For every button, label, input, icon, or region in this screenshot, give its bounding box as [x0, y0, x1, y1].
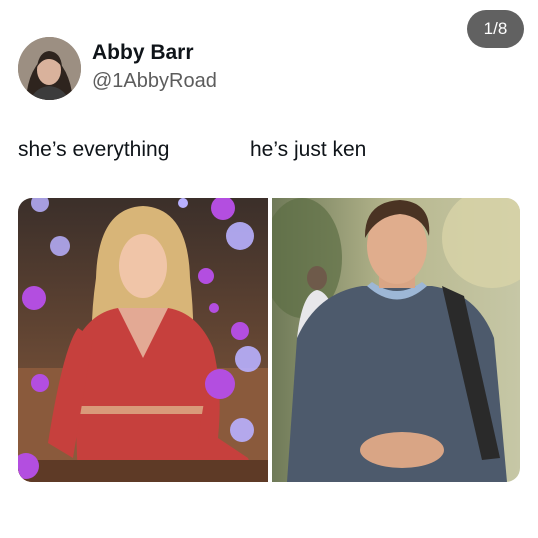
caption-right: he’s just ken [250, 138, 367, 161]
woman-photo-image [18, 198, 268, 482]
man-photo-image [272, 198, 520, 482]
right-photo[interactable] [272, 198, 520, 482]
profile-photo-icon [18, 37, 81, 100]
author-handle[interactable]: @1AbbyRoad [92, 70, 217, 93]
image-counter-badge: 1/8 [467, 10, 524, 48]
author-name[interactable]: Abby Barr [92, 41, 194, 65]
caption-left: she’s everything [18, 138, 170, 161]
avatar[interactable] [18, 37, 81, 100]
left-photo[interactable] [18, 198, 268, 482]
